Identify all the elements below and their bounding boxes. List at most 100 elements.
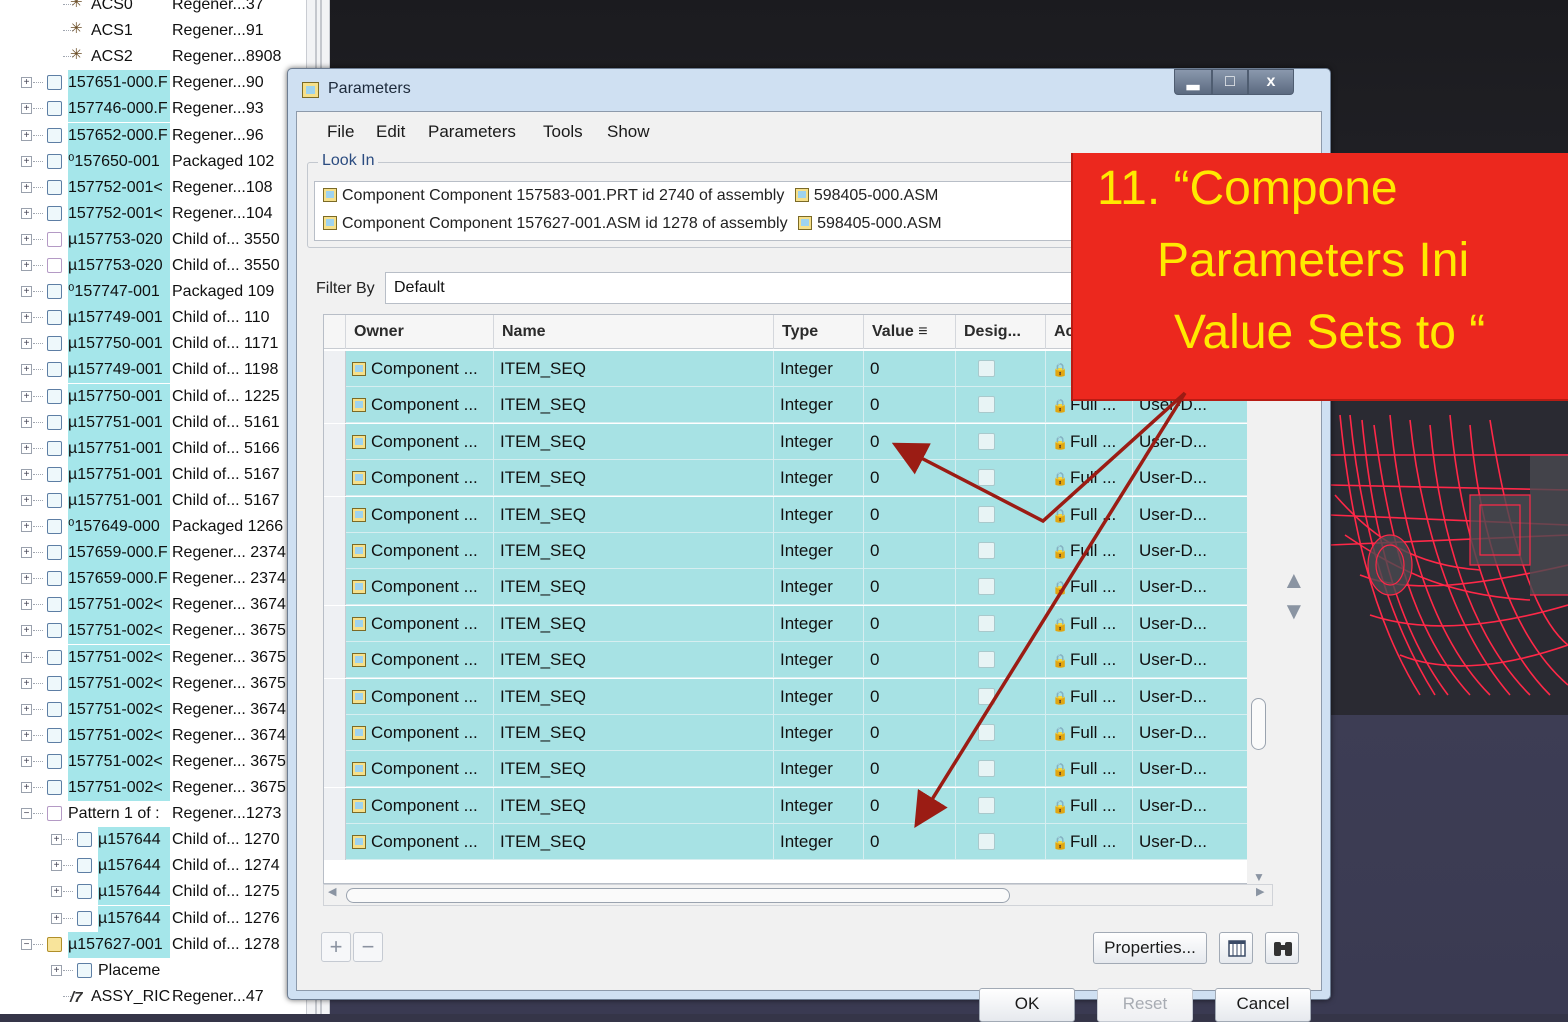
- cell-owner[interactable]: Component ...: [346, 569, 494, 606]
- cell-name[interactable]: ITEM_SEQ: [494, 715, 774, 751]
- tree-item[interactable]: +157652-000.F Regener...96: [0, 122, 306, 149]
- expand-toggle-icon[interactable]: +: [21, 729, 32, 741]
- row-selector[interactable]: [324, 423, 346, 460]
- expand-toggle-icon[interactable]: +: [21, 755, 32, 767]
- tree-item[interactable]: + µ157749-001 Child of... 1198: [0, 357, 306, 384]
- table-row[interactable]: Component ...ITEM_SEQInteger0 🔒Full ...Us…: [346, 460, 1272, 497]
- menu-show[interactable]: Show: [607, 122, 650, 142]
- tree-item[interactable]: +157751-002< Regener... 3675: [0, 670, 306, 697]
- designate-checkbox[interactable]: [978, 687, 995, 705]
- move-up-arrow-icon[interactable]: ▲: [1282, 567, 1306, 595]
- cell-name[interactable]: ITEM_SEQ: [494, 605, 774, 642]
- cell-access[interactable]: 🔒Full ...User-D...: [1046, 824, 1272, 861]
- columns-icon[interactable]: [1219, 932, 1253, 964]
- row-selector[interactable]: [324, 824, 346, 861]
- move-down-arrow-icon[interactable]: ▼: [1282, 598, 1306, 626]
- cell-name[interactable]: ITEM_SEQ: [494, 387, 774, 424]
- add-parameter-button[interactable]: +: [321, 932, 351, 962]
- cell-access[interactable]: 🔒Full ...User-D...: [1046, 533, 1272, 569]
- cell-owner[interactable]: Component ...: [346, 642, 494, 679]
- maximize-button[interactable]: □: [1212, 69, 1248, 95]
- tree-item[interactable]: + µ157644 Child of... 1270: [0, 827, 306, 854]
- cell-name[interactable]: ITEM_SEQ: [494, 787, 774, 824]
- tree-item[interactable]: + µ157751-001 Child of... 5166: [0, 435, 306, 462]
- cell-value[interactable]: 0: [864, 351, 956, 387]
- row-selector[interactable]: [324, 642, 346, 679]
- cell-value[interactable]: 0: [864, 496, 956, 533]
- expand-toggle-icon[interactable]: +: [51, 834, 62, 846]
- cell-value[interactable]: 0: [864, 751, 956, 788]
- cancel-button[interactable]: Cancel: [1215, 988, 1311, 1022]
- expand-toggle-icon[interactable]: +: [21, 233, 32, 245]
- expand-toggle-icon[interactable]: +: [21, 416, 32, 428]
- scroll-right-arrow[interactable]: ▶: [1256, 885, 1264, 898]
- ok-button[interactable]: OK: [979, 988, 1075, 1022]
- designate-checkbox[interactable]: [978, 760, 995, 778]
- table-row[interactable]: Component ...ITEM_SEQInteger0 🔒Full ...Us…: [346, 642, 1272, 679]
- tree-item[interactable]: +157751-002< Regener... 3675: [0, 775, 306, 801]
- cell-type[interactable]: Integer: [774, 824, 864, 861]
- tree-item[interactable]: +157746-000.F Regener...93: [0, 96, 306, 123]
- expand-toggle-icon[interactable]: +: [21, 782, 32, 793]
- menu-file[interactable]: File: [327, 122, 354, 142]
- expand-toggle-icon[interactable]: +: [21, 155, 32, 167]
- cell-access[interactable]: 🔒Full ...User-D...: [1046, 751, 1272, 788]
- cell-value[interactable]: 0: [864, 460, 956, 497]
- cell-designate[interactable]: [956, 824, 1046, 861]
- designate-checkbox[interactable]: [978, 651, 995, 669]
- cell-owner[interactable]: Component ...: [346, 496, 494, 533]
- row-selector[interactable]: [324, 387, 346, 424]
- row-selector[interactable]: [324, 569, 346, 606]
- tree-item[interactable]: ✳ ACS2 Regener...8908: [0, 44, 306, 70]
- cell-designate[interactable]: [956, 351, 1046, 387]
- designate-checkbox[interactable]: [978, 360, 995, 377]
- cell-type[interactable]: Integer: [774, 569, 864, 606]
- tree-item[interactable]: + µ157753-020 Child of... 3550: [0, 226, 306, 253]
- table-row[interactable]: Component ...ITEM_SEQInteger0 🔒Full ...Us…: [346, 787, 1272, 824]
- designate-checkbox[interactable]: [978, 833, 995, 851]
- table-row[interactable]: Component ...ITEM_SEQInteger0 🔒Full ...Us…: [346, 751, 1272, 788]
- table-row[interactable]: Component ...ITEM_SEQInteger0 🔒Full ...Us…: [346, 605, 1272, 642]
- expand-toggle-icon[interactable]: +: [51, 886, 62, 898]
- cell-type[interactable]: Integer: [774, 787, 864, 824]
- remove-parameter-button[interactable]: −: [353, 932, 383, 962]
- expand-toggle-icon[interactable]: +: [21, 521, 32, 532]
- expand-toggle-icon[interactable]: +: [21, 286, 32, 298]
- cell-value[interactable]: 0: [864, 533, 956, 569]
- expand-toggle-icon[interactable]: +: [21, 442, 32, 454]
- cell-designate[interactable]: [956, 423, 1046, 460]
- cell-name[interactable]: ITEM_SEQ: [494, 751, 774, 788]
- tree-item[interactable]: + µ157753-020 Child of... 3550: [0, 253, 306, 279]
- expand-toggle-icon[interactable]: +: [21, 312, 32, 324]
- cell-owner[interactable]: Component ...: [346, 605, 494, 642]
- scroll-left-arrow[interactable]: ◀: [328, 885, 336, 898]
- tree-item[interactable]: +157752-001< Regener...108: [0, 174, 306, 201]
- cell-name[interactable]: ITEM_SEQ: [494, 824, 774, 861]
- expand-toggle-icon[interactable]: +: [21, 651, 32, 663]
- row-selector[interactable]: [324, 787, 346, 824]
- expand-toggle-icon[interactable]: +: [21, 494, 32, 506]
- reset-button[interactable]: Reset: [1097, 988, 1193, 1022]
- expand-toggle-icon[interactable]: +: [21, 129, 32, 141]
- cell-name[interactable]: ITEM_SEQ: [494, 678, 774, 715]
- cell-name[interactable]: ITEM_SEQ: [494, 569, 774, 606]
- cell-type[interactable]: Integer: [774, 533, 864, 569]
- row-selector[interactable]: [324, 351, 346, 387]
- tree-item[interactable]: + µ157751-001 Child of... 5161: [0, 409, 306, 436]
- cell-designate[interactable]: [956, 460, 1046, 497]
- tree-item[interactable]: +157751-002< Regener... 3675: [0, 748, 306, 775]
- properties-button[interactable]: Properties...: [1093, 932, 1207, 964]
- expand-toggle-icon[interactable]: +: [21, 77, 32, 89]
- cell-access[interactable]: 🔒Full ...User-D...: [1046, 605, 1272, 642]
- designate-checkbox[interactable]: [978, 396, 995, 414]
- cell-designate[interactable]: [956, 678, 1046, 715]
- collapse-toggle-icon[interactable]: −: [21, 938, 32, 950]
- expand-toggle-icon[interactable]: +: [21, 181, 32, 193]
- horizontal-scroll-thumb[interactable]: [346, 888, 1010, 903]
- tree-item[interactable]: + ⁰157650-001 Packaged 102: [0, 148, 306, 175]
- cell-access[interactable]: 🔒Full ...User-D...: [1046, 423, 1272, 460]
- cell-type[interactable]: Integer: [774, 715, 864, 751]
- look-in-item[interactable]: Component Component 157627-001.ASM id 12…: [323, 215, 942, 233]
- tree-item[interactable]: + µ157749-001 Child of... 110: [0, 305, 306, 332]
- table-row[interactable]: Component ...ITEM_SEQInteger0 🔒Full ...Us…: [346, 715, 1272, 751]
